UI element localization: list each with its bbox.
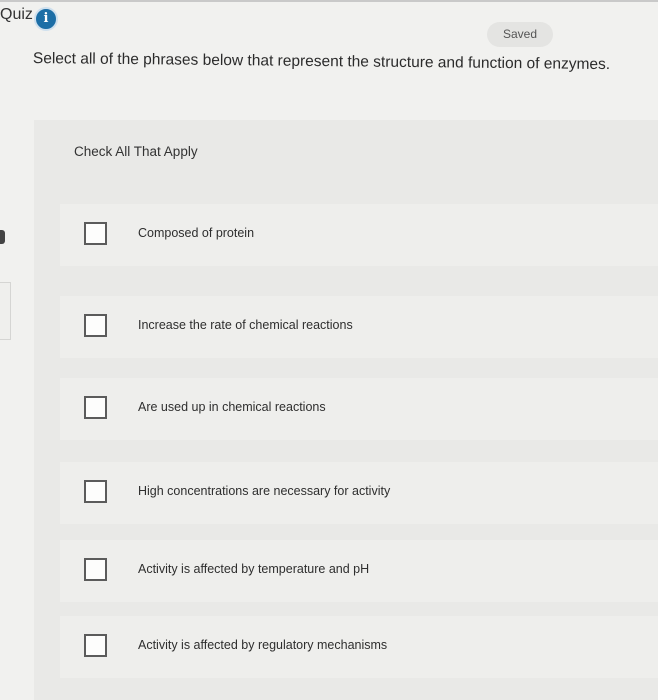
option-checkbox[interactable]	[84, 558, 107, 581]
answer-panel: Check All That Apply Composed of protein…	[34, 120, 658, 700]
saved-status-badge: Saved	[487, 22, 553, 47]
option-label[interactable]: Composed of protein	[138, 226, 254, 240]
option-checkbox[interactable]	[84, 396, 107, 419]
option-label[interactable]: Increase the rate of chemical reactions	[138, 318, 353, 332]
option-checkbox[interactable]	[84, 480, 107, 503]
option-checkbox[interactable]	[84, 222, 107, 245]
option-label[interactable]: Are used up in chemical reactions	[138, 400, 326, 414]
answer-option[interactable]: Activity is affected by temperature and …	[60, 540, 658, 602]
option-label[interactable]: High concentrations are necessary for ac…	[138, 484, 390, 498]
side-panel-edge[interactable]	[0, 282, 11, 340]
option-checkbox[interactable]	[84, 634, 107, 657]
check-all-instruction: Check All That Apply	[74, 144, 198, 159]
option-checkbox[interactable]	[84, 314, 107, 337]
answer-option[interactable]: Activity is affected by regulatory mecha…	[60, 616, 658, 678]
option-label[interactable]: Activity is affected by temperature and …	[138, 562, 369, 576]
answer-option[interactable]: Are used up in chemical reactions	[60, 378, 658, 440]
answer-option[interactable]: Composed of protein	[60, 204, 658, 266]
answer-option[interactable]: Increase the rate of chemical reactions	[60, 296, 658, 358]
info-icon[interactable]: i	[34, 7, 58, 31]
quiz-title: Quiz	[0, 6, 33, 23]
answer-option[interactable]: High concentrations are necessary for ac…	[60, 462, 658, 524]
side-navigation-marker[interactable]	[0, 230, 5, 244]
top-divider	[0, 0, 658, 2]
question-text: Select all of the phrases below that rep…	[32, 50, 611, 74]
option-label[interactable]: Activity is affected by regulatory mecha…	[138, 638, 387, 652]
